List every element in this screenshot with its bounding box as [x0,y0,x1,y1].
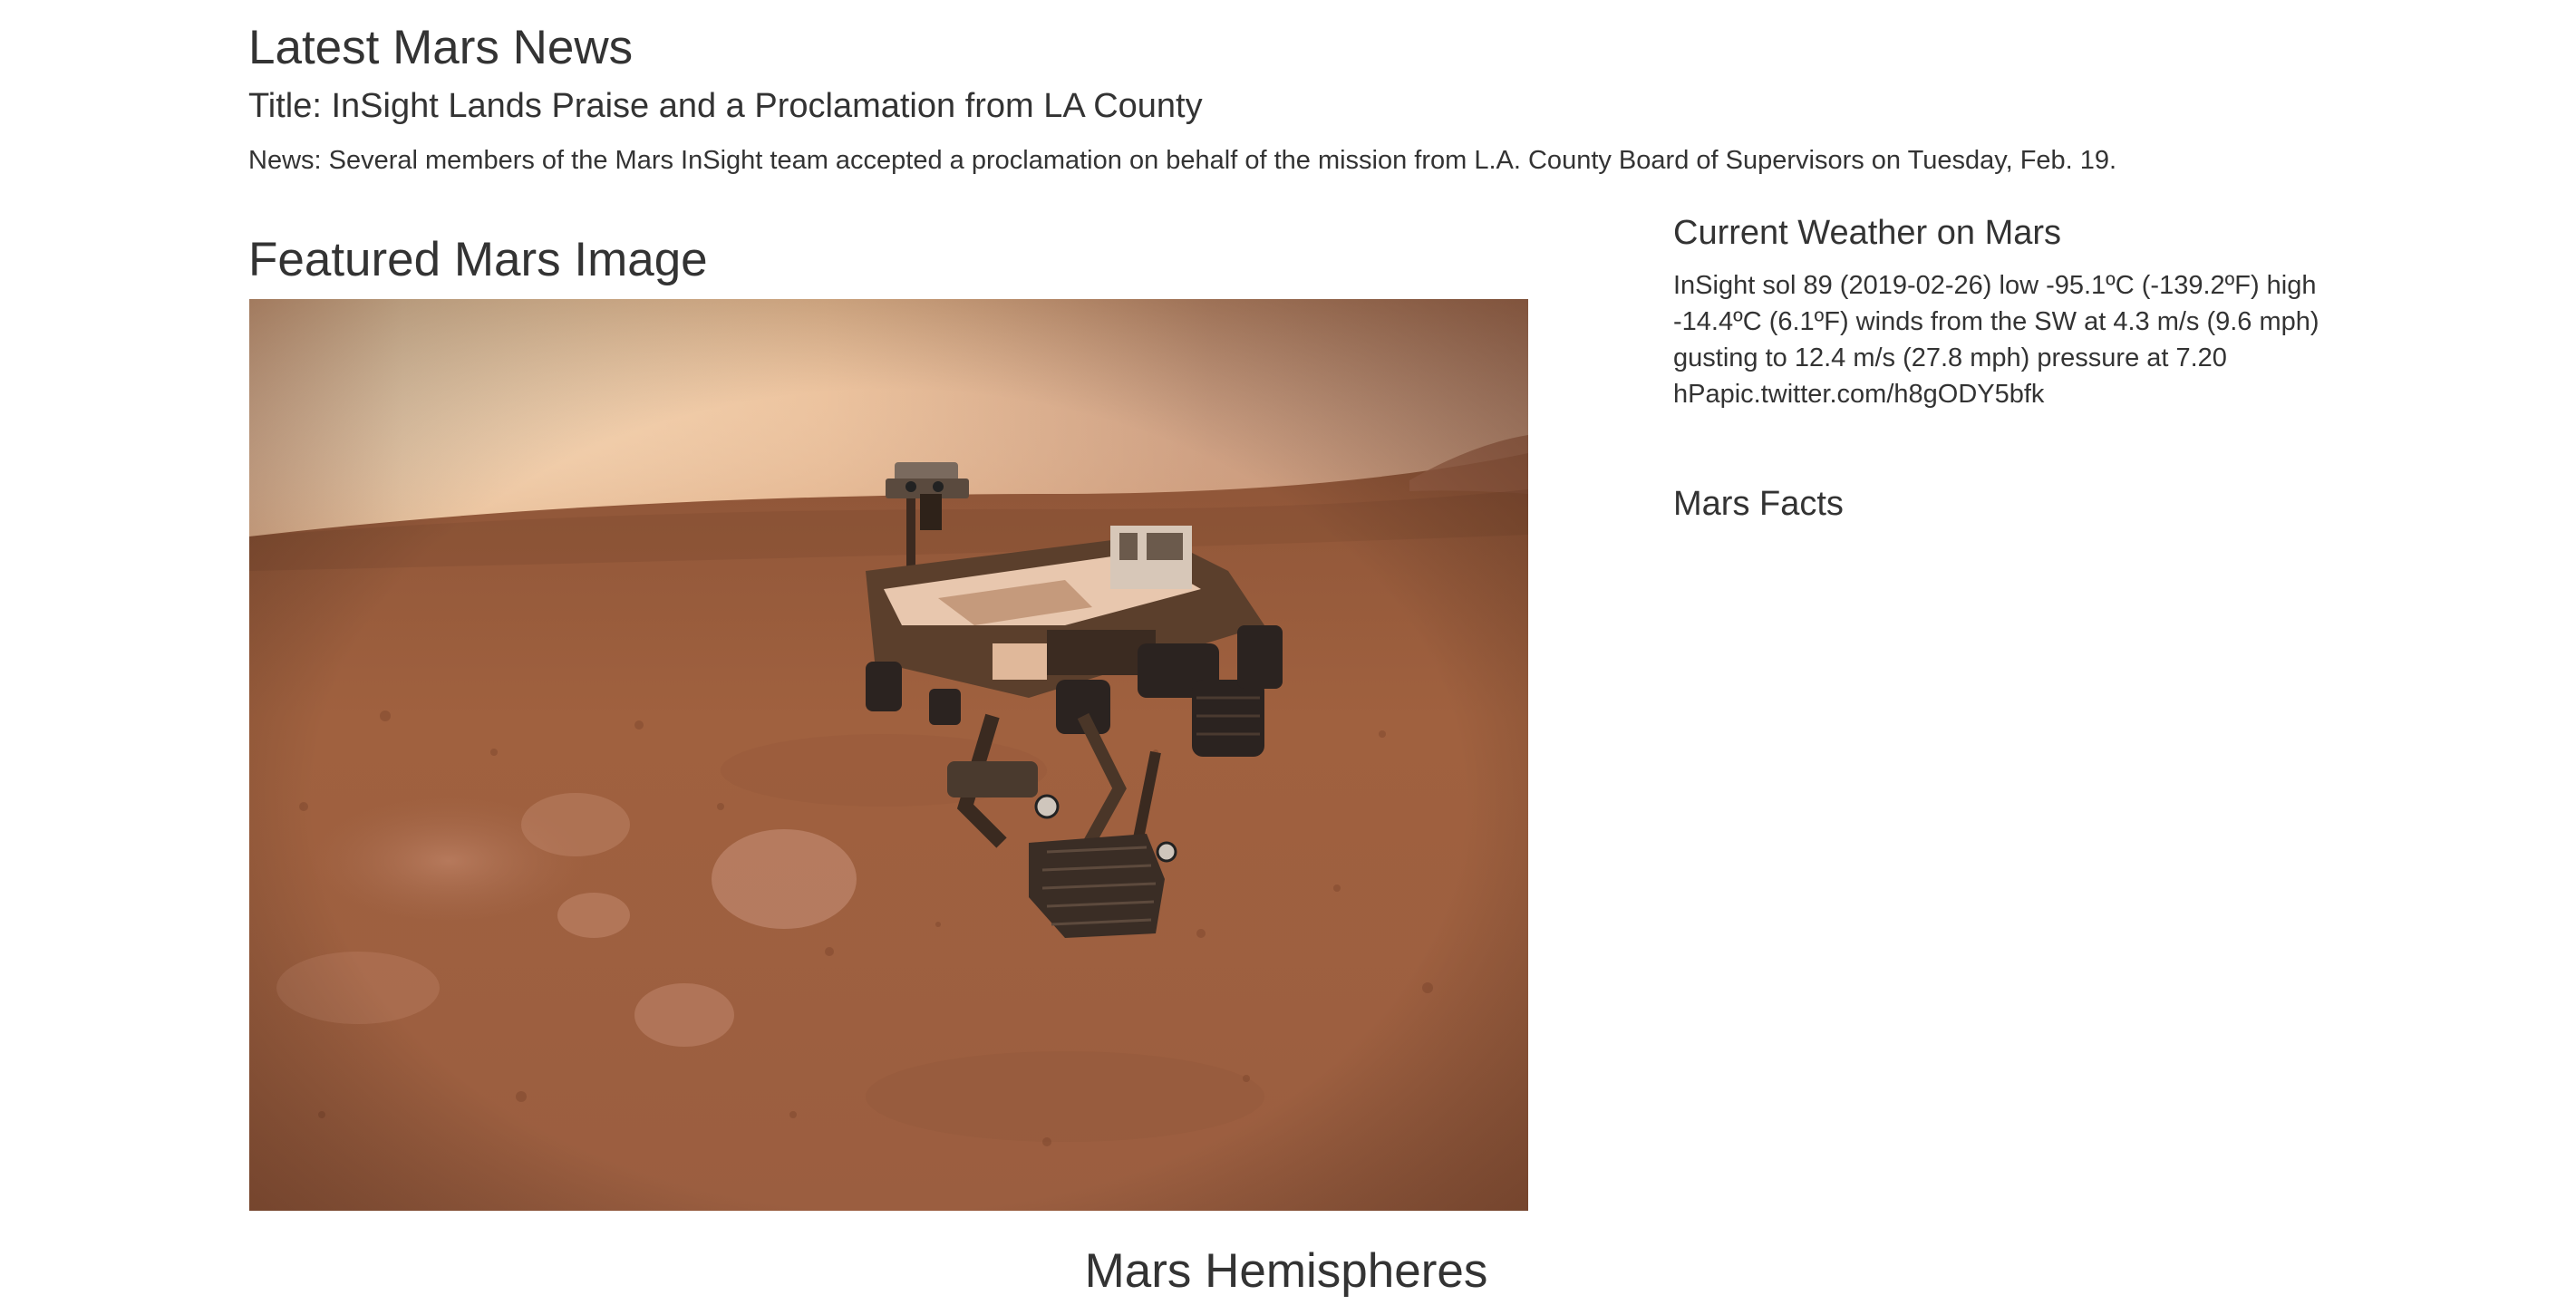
featured-image-heading: Featured Mars Image [248,233,708,286]
news-article-title: Title: InSight Lands Praise and a Procla… [248,87,1203,125]
latest-news-heading: Latest Mars News [248,21,634,74]
hemispheres-heading: Mars Hemispheres [0,1240,2576,1303]
hemispheres-heading-text: Mars Hemispheres [1084,1244,1488,1298]
page-container: Latest Mars News Title: InSight Lands Pr… [0,0,2576,1305]
mars-rover-illustration [249,299,1528,1211]
weather-heading: Current Weather on Mars [1673,214,2062,252]
featured-mars-image[interactable] [249,299,1528,1211]
news-paragraph: News: Several members of the Mars InSigh… [248,146,2117,175]
weather-tweet-text: InSight sol 89 (2019-02-26) low -95.1ºC … [1673,271,2319,409]
mars-facts-heading: Mars Facts [1673,485,1844,523]
